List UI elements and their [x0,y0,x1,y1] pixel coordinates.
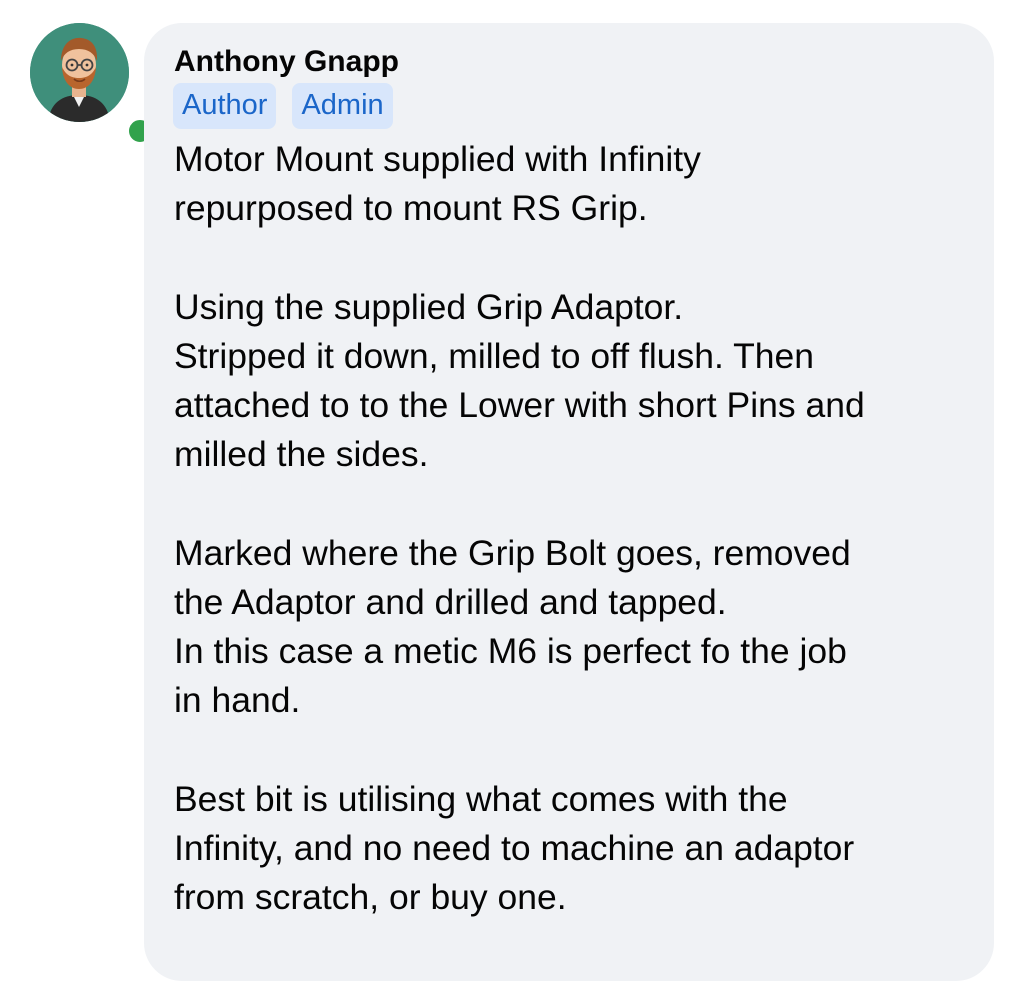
cartoon-avatar-icon [30,23,129,122]
comment-line: in hand. [174,680,301,721]
comment-text: Motor Mount supplied with Infinity repur… [174,135,974,922]
comment-line: the Adaptor and drilled and tapped. [174,581,727,622]
comment-line: Stripped it down, milled to off flush. T… [174,335,815,376]
author-name[interactable]: Anthony Gnapp [174,44,399,80]
avatar[interactable] [30,23,129,122]
comment-line: Motor Mount supplied with Infinity [174,139,701,179]
comment-line: repurposed to mount RS Grip. [174,188,648,229]
admin-badge: Admin [292,83,393,129]
comment-paragraph: Motor Mount supplied with Infinity repur… [174,135,974,233]
comment-line: from scratch, or buy one. [174,877,567,917]
avatar-container[interactable] [30,23,155,146]
comment-line: Using the supplied Grip Adaptor. [174,286,684,327]
comment-line: attached to to the Lower with short Pins… [174,385,865,425]
badge-list: Author Admin [173,83,393,129]
comment-line: In this case a metic M6 is perfect fo th… [174,631,847,671]
comment-line: Infinity, and no need to machine an adap… [174,827,855,868]
comment-paragraph: Best bit is utilising what comes with th… [174,775,974,923]
comment-line: Marked where the Grip Bolt goes, removed [174,532,851,573]
comment-paragraph: Marked where the Grip Bolt goes, removed… [174,529,974,726]
comment-bubble: Anthony Gnapp Author Admin Motor Mount s… [144,23,994,981]
comment-line: milled the sides. [174,434,429,475]
author-badge: Author [173,83,277,129]
comment-paragraph: Using the supplied Grip Adaptor. Strippe… [174,283,974,480]
comment-line: Best bit is utilising what comes with th… [174,778,788,819]
